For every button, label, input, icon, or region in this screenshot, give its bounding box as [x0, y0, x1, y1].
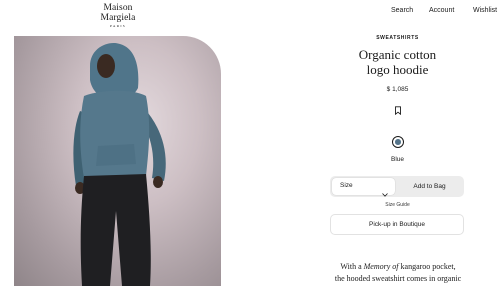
brand-logo[interactable]: Maison Margiela PARIS: [88, 3, 148, 28]
color-swatch-blue[interactable]: [392, 136, 404, 148]
product-price: $ 1,085: [386, 86, 409, 93]
add-to-bag-button[interactable]: Add to Bag: [397, 178, 462, 195]
size-and-bag-bar: Size Add to Bag: [330, 176, 464, 197]
size-select-label: Size: [340, 182, 353, 189]
size-select[interactable]: Size: [332, 178, 395, 197]
description-emph: Memory of: [363, 262, 399, 271]
product-category: SWEATSHIRTS: [376, 35, 419, 41]
product-title-line2: logo hoodie: [366, 62, 429, 77]
brand-name: Maison Margiela: [100, 3, 136, 23]
product-title-line1: Organic cotton: [358, 47, 437, 62]
site-header: Maison Margiela PARIS Search Account Wis…: [0, 0, 500, 28]
chevron-down-icon: [382, 184, 388, 197]
pickup-in-boutique-button[interactable]: Pick-up in Boutique: [330, 214, 464, 235]
product-description: With a Memory of kangaroo pocket, the ho…: [328, 261, 468, 285]
nav-account-link[interactable]: Account: [429, 7, 454, 14]
brand-city: PARIS: [109, 24, 127, 28]
description-line1: With a Memory of kangaroo pocket,: [328, 261, 468, 273]
description-pre: With a: [340, 262, 362, 271]
description-post: kangaroo pocket,: [400, 262, 456, 271]
product-image: [14, 36, 221, 286]
description-line2: the hooded sweatshirt comes in organic: [334, 274, 462, 283]
bookmark-icon[interactable]: [394, 102, 402, 116]
nav-wishlist-link[interactable]: Wishlist: [473, 7, 497, 14]
model-photo: [73, 42, 166, 286]
swatch-fill: [395, 139, 401, 145]
selected-color-label: Blue: [390, 156, 404, 163]
nav-search-link[interactable]: Search: [391, 7, 413, 14]
product-title: Organic cotton logo hoodie: [330, 47, 465, 77]
size-guide-link[interactable]: Size Guide: [330, 202, 465, 208]
